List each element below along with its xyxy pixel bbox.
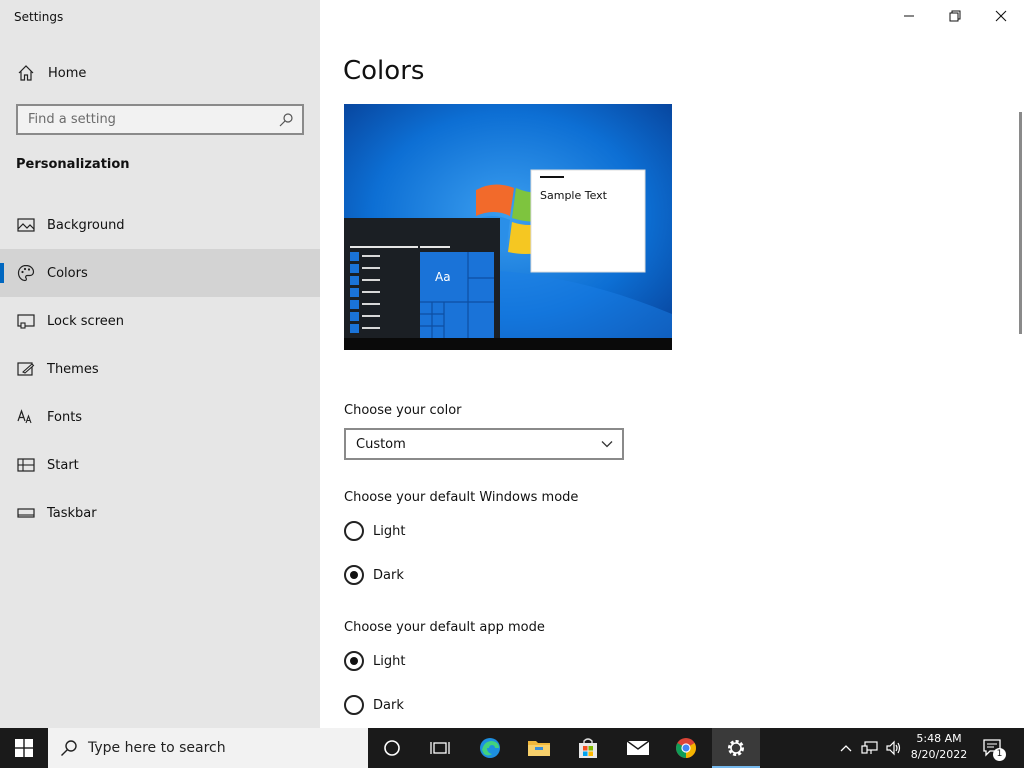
sidebar-nav: Background Colors Lock screen Themes Fon… <box>0 201 320 537</box>
sidebar-item-background[interactable]: Background <box>0 201 320 249</box>
app-mode-dark-radio[interactable]: Dark <box>344 694 404 716</box>
radio-circle <box>344 695 364 715</box>
choose-color-dropdown[interactable]: Custom <box>344 428 624 460</box>
preview-wallpaper <box>344 104 672 350</box>
chevron-up-icon <box>840 745 852 752</box>
preview-sample-text: Sample Text <box>540 189 607 202</box>
radio-label: Light <box>373 523 406 539</box>
find-setting-input[interactable] <box>28 112 278 127</box>
chrome-icon <box>676 738 696 758</box>
palette-icon <box>16 263 36 283</box>
taskbar-clock[interactable]: 5:48 AM 8/20/2022 <box>904 731 974 763</box>
sidebar-item-colors[interactable]: Colors <box>0 249 320 297</box>
file-explorer-button[interactable] <box>515 728 563 768</box>
sidebar-item-label: Themes <box>47 361 99 377</box>
radio-circle <box>344 565 364 585</box>
store-icon <box>579 738 597 758</box>
mail-button[interactable] <box>614 728 662 768</box>
sidebar-item-taskbar[interactable]: Taskbar <box>0 489 320 537</box>
choose-color-value: Custom <box>356 436 406 452</box>
radio-selected-dot <box>350 571 358 579</box>
sidebar-item-label: Lock screen <box>47 313 124 329</box>
chevron-down-icon <box>601 441 613 448</box>
app-mode-label: Choose your default app mode <box>344 620 545 635</box>
sidebar-item-label: Colors <box>47 265 88 281</box>
network-icon <box>861 741 878 754</box>
store-button[interactable] <box>564 728 612 768</box>
start-icon <box>16 455 36 475</box>
settings-taskbar-button[interactable] <box>712 728 760 768</box>
lock-screen-icon <box>16 311 36 331</box>
taskbar: Type here to search 5:48 AM 8/20/2022 1 <box>0 728 1024 768</box>
app-title: Settings <box>14 10 64 24</box>
search-icon <box>279 112 293 126</box>
sidebar-item-start[interactable]: Start <box>0 441 320 489</box>
home-icon <box>18 65 34 81</box>
radio-label: Dark <box>373 567 404 583</box>
settings-window: Settings Home Personalization Background <box>0 0 1024 728</box>
section-title: Personalization <box>16 157 130 172</box>
search-icon <box>61 740 77 756</box>
show-hidden-icons-button[interactable] <box>836 728 856 768</box>
clock-time: 5:48 AM <box>916 732 962 745</box>
edge-icon <box>480 738 500 758</box>
taskbar-icon <box>16 503 36 523</box>
sidebar-item-label: Start <box>47 457 79 473</box>
app-mode-light-radio[interactable]: Light <box>344 650 405 672</box>
volume-icon <box>886 740 901 756</box>
volume-button[interactable] <box>882 728 906 768</box>
windows-mode-dark-radio[interactable]: Dark <box>344 564 404 586</box>
taskbar-search-placeholder: Type here to search <box>88 740 226 756</box>
home-nav-item[interactable]: Home <box>0 55 320 91</box>
chrome-button[interactable] <box>662 728 710 768</box>
cortana-icon <box>384 740 400 756</box>
color-preview: Aa Sample Text <box>344 104 672 350</box>
mail-icon <box>626 740 650 755</box>
sidebar-item-label: Background <box>47 217 125 233</box>
task-view-icon <box>430 742 450 754</box>
sidebar-item-label: Fonts <box>47 409 83 425</box>
preview-tile-text: Aa <box>435 270 451 284</box>
sidebar-item-themes[interactable]: Themes <box>0 345 320 393</box>
font-icon <box>16 407 36 427</box>
start-button[interactable] <box>0 728 48 768</box>
windows-logo-icon <box>15 739 33 757</box>
radio-label: Dark <box>373 697 404 713</box>
action-center-button[interactable]: 1 <box>978 728 1008 768</box>
windows-mode-label: Choose your default Windows mode <box>344 490 579 505</box>
find-setting-search[interactable] <box>16 104 304 135</box>
sidebar-item-fonts[interactable]: Fonts <box>0 393 320 441</box>
home-label: Home <box>48 65 87 81</box>
choose-color-label: Choose your color <box>344 403 462 418</box>
sidebar-item-lock-screen[interactable]: Lock screen <box>0 297 320 345</box>
taskbar-search-box[interactable]: Type here to search <box>48 728 368 768</box>
sidebar: Settings Home Personalization Background <box>0 0 320 728</box>
radio-selected-dot <box>350 657 358 665</box>
radio-circle <box>344 651 364 671</box>
windows-mode-light-radio[interactable]: Light <box>344 520 405 542</box>
gear-icon <box>728 740 744 756</box>
brush-icon <box>16 359 36 379</box>
clock-date: 8/20/2022 <box>910 748 968 761</box>
notification-count-badge: 1 <box>993 748 1006 761</box>
folder-icon <box>528 741 550 756</box>
task-view-button[interactable] <box>416 728 464 768</box>
radio-circle <box>344 521 364 541</box>
main-content: Colors Aa Sample Text Choose your color … <box>320 0 1024 728</box>
network-button[interactable] <box>858 728 882 768</box>
radio-label: Light <box>373 653 406 669</box>
cortana-button[interactable] <box>368 728 416 768</box>
page-title: Colors <box>343 56 425 86</box>
picture-icon <box>16 215 36 235</box>
sidebar-item-label: Taskbar <box>47 505 97 521</box>
scrollbar[interactable] <box>1019 112 1022 334</box>
edge-button[interactable] <box>466 728 514 768</box>
